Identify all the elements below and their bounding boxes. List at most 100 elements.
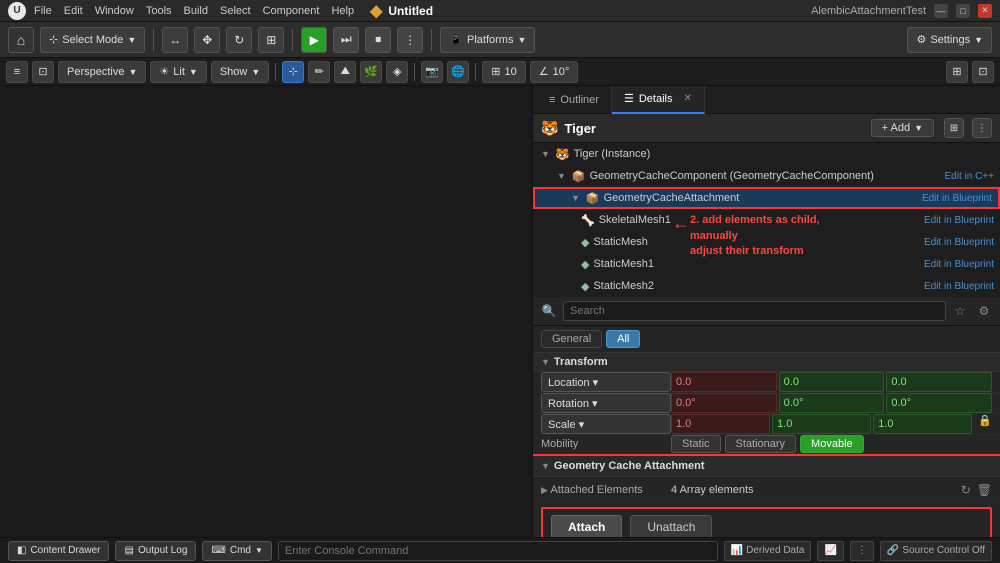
mobility-movable[interactable]: Movable [800, 435, 864, 453]
menu-edit[interactable]: Edit [64, 5, 83, 17]
play-button[interactable]: ▶ [301, 27, 327, 53]
rotation-y[interactable]: 0.0° [779, 393, 885, 413]
mesh-edit-icon-btn[interactable]: ◈ [386, 61, 408, 83]
perspective-button[interactable]: Perspective ▼ [58, 61, 146, 83]
home-button[interactable]: ⌂ [8, 27, 34, 53]
scale-y[interactable]: 1.0 [772, 414, 871, 434]
location-x[interactable]: 0.0 [671, 372, 777, 392]
add-button[interactable]: + Add ▼ [871, 119, 934, 137]
actor-icon: 🐯 [541, 120, 558, 137]
attach-button[interactable]: Attach [551, 515, 622, 537]
settings-icon[interactable]: ⚙ [974, 301, 994, 321]
menu-file[interactable]: File [34, 5, 52, 17]
viewport-menu-button[interactable]: ≡ [6, 61, 28, 83]
camera-icon-btn[interactable]: 📷 [421, 61, 443, 83]
world-icon-btn[interactable]: 🌐 [447, 61, 469, 83]
edit-cpp-link[interactable]: Edit in C++ [945, 171, 994, 182]
minimize-button[interactable]: — [934, 4, 948, 18]
scale-button[interactable]: ⊞ [258, 27, 284, 53]
filter-general-tab[interactable]: General [541, 330, 602, 348]
output-log-button[interactable]: ▤ Output Log [115, 541, 196, 561]
play-options-button[interactable]: ⋮ [397, 27, 423, 53]
search-input[interactable] [563, 301, 946, 321]
mobility-static[interactable]: Static [671, 435, 721, 453]
mobility-stationary[interactable]: Stationary [725, 435, 797, 453]
filter-all-tab[interactable]: All [606, 330, 640, 348]
chevron-down-icon-7: ▼ [914, 123, 923, 133]
tree-item-geo-attachment[interactable]: ▼ 📦 GeometryCacheAttachment Edit in Blue… [533, 187, 1000, 209]
options-icon-btn[interactable]: ⊡ [972, 61, 994, 83]
outliner-view-options[interactable]: ⊞ [944, 118, 964, 138]
settings-button[interactable]: ⚙ Settings ▼ [907, 27, 992, 53]
close-details-tab[interactable]: ✕ [683, 93, 691, 104]
edit-blueprint-link-3[interactable]: Edit in Blueprint [924, 237, 994, 248]
menu-build[interactable]: Build [184, 5, 208, 17]
console-input[interactable] [278, 541, 718, 561]
static-mesh-icon: ◆ [581, 236, 589, 249]
expand-icon-btn[interactable]: ⊞ [946, 61, 968, 83]
location-dropdown[interactable]: Location ▾ [541, 372, 671, 392]
tree-item-tiger-instance[interactable]: ▼ 🐯 Tiger (Instance) [533, 143, 1000, 165]
lock-icon[interactable]: 🔒 [978, 414, 992, 434]
edit-blueprint-link-2[interactable]: Edit in Blueprint [924, 215, 994, 226]
scale-dropdown[interactable]: Scale ▾ [541, 414, 671, 434]
details-tab[interactable]: ☰ Details ✕ [612, 86, 705, 114]
transform-section-header[interactable]: ▼ Transform [533, 353, 1000, 372]
select-icon-btn[interactable]: ⊹ [282, 61, 304, 83]
select-mode-button[interactable]: ⊹ Select Mode ▼ [40, 27, 145, 53]
move-button[interactable]: ✥ [194, 27, 220, 53]
tree-item-static-mesh-1[interactable]: ◆ StaticMesh1 Edit in Blueprint [533, 253, 1000, 275]
edit-blueprint-link-5[interactable]: Edit in Blueprint [924, 281, 994, 292]
edit-blueprint-link-1[interactable]: Edit in Blueprint [922, 193, 992, 204]
menu-help[interactable]: Help [331, 5, 354, 17]
stats-button[interactable]: 📈 [817, 541, 843, 561]
tree-item-skeletal-mesh[interactable]: 🦴 SkeletalMesh1 Edit in Blueprint [533, 209, 1000, 231]
rotation-x[interactable]: 0.0° [671, 393, 777, 413]
rotate-button[interactable]: ↻ [226, 27, 252, 53]
close-button[interactable]: ✕ [978, 4, 992, 18]
maximize-button[interactable]: □ [956, 4, 970, 18]
location-values: 0.0 0.0 0.0 [671, 372, 992, 392]
angle-btn[interactable]: ∠ 10° [530, 61, 579, 83]
rotation-dropdown[interactable]: Rotation ▾ [541, 393, 671, 413]
stop-button[interactable]: ⏹ [365, 27, 391, 53]
outliner-settings[interactable]: ⋮ [972, 118, 992, 138]
more-options-button[interactable]: ⋮ [850, 541, 874, 561]
tree-item-static-mesh-2[interactable]: ◆ StaticMesh2 Edit in Blueprint [533, 275, 1000, 297]
lit-button[interactable]: ☀ Lit ▼ [150, 61, 206, 83]
cmd-button[interactable]: ⌨ Cmd ▼ [202, 541, 271, 561]
simulate-button[interactable]: ⏭ [333, 27, 359, 53]
rotation-z[interactable]: 0.0° [886, 393, 992, 413]
edit-blueprint-link-4[interactable]: Edit in Blueprint [924, 259, 994, 270]
landscape-icon-btn[interactable]: ⛰ [334, 61, 356, 83]
bookmark-icon[interactable]: ☆ [950, 301, 970, 321]
transform-button[interactable]: ↔ [162, 27, 188, 53]
source-control-button[interactable]: 🔗 Source Control Off [880, 541, 992, 561]
menu-tools[interactable]: Tools [146, 5, 172, 17]
menu-window[interactable]: Window [95, 5, 134, 17]
outliner-tab[interactable]: ≡ Outliner [537, 86, 612, 114]
refresh-icon[interactable]: ↻ [961, 483, 971, 497]
menu-select[interactable]: Select [220, 5, 251, 17]
location-z[interactable]: 0.0 [886, 372, 992, 392]
grid-size-btn[interactable]: ⊞ 10 [482, 61, 525, 83]
tree-item-geometry-cache[interactable]: ▼ 📦 GeometryCacheComponent (GeometryCach… [533, 165, 1000, 187]
maximize-viewport-button[interactable]: ⊡ [32, 61, 54, 83]
tree-item-static-mesh[interactable]: ◆ StaticMesh Edit in Blueprint [533, 231, 1000, 253]
trash-icon[interactable]: 🗑 [977, 483, 992, 497]
rotation-label: Rotation ▾ [541, 393, 671, 413]
geo-section-header[interactable]: ▼ Geometry Cache Attachment [533, 454, 1000, 477]
menu-component[interactable]: Component [263, 5, 320, 17]
scale-z[interactable]: 1.0 [873, 414, 972, 434]
location-y[interactable]: 0.0 [779, 372, 885, 392]
scale-x[interactable]: 1.0 [671, 414, 770, 434]
paint-icon-btn[interactable]: ✏ [308, 61, 330, 83]
show-button[interactable]: Show ▼ [211, 61, 269, 83]
platforms-button[interactable]: 📱 Platforms ▼ [440, 27, 535, 53]
derived-data-button[interactable]: 📊 Derived Data [724, 541, 812, 561]
foliage-icon-btn[interactable]: 🌿 [360, 61, 382, 83]
unattach-button[interactable]: Unattach [630, 515, 712, 537]
menu-bar[interactable]: File Edit Window Tools Build Select Comp… [34, 5, 354, 17]
content-drawer-button[interactable]: ◧ Content Drawer [8, 541, 109, 561]
actor-name: Tiger [564, 121, 596, 136]
